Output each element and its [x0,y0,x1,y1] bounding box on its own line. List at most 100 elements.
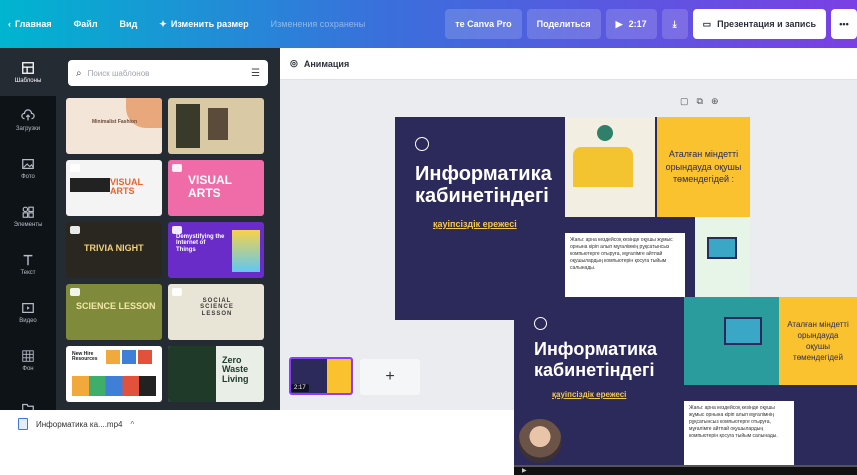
sparkle-icon: ✦ [159,18,167,29]
template-search[interactable]: ⌕ ☰ [68,60,268,86]
chevron-up-icon[interactable]: ^ [130,420,134,429]
sidebar-item-label: Фон [22,365,34,372]
search-icon: ⌕ [76,67,82,79]
template-card[interactable]: Zero Waste Living [168,346,264,402]
browser-download-bar: Информатика ка....mp4 ^ [0,410,514,475]
share-label: Поделиться [536,19,591,29]
template-title: SOCIAL SCIENCE LESSON [200,298,234,317]
template-card[interactable]: Demystifying the Internet of Things [168,222,264,278]
page-filmstrip: 2:17 + [280,348,520,410]
more-button[interactable]: ••• [831,9,857,39]
save-status-label: Изменения сохранены [270,19,366,29]
present-record-button[interactable]: ▭ Презентация и запись [692,9,826,39]
video-progress-bar[interactable] [514,465,857,467]
templates-icon [22,61,34,74]
sidebar-item-elements[interactable]: Элементы [0,192,56,240]
side-nav: Шаблоны Загрузки Фото Элементы Текст Вид… [0,48,56,413]
template-title: VISUAL ARTS [110,177,143,197]
resize-button[interactable]: ✦ Изменить размер [159,19,248,30]
monitor-shape [724,317,762,345]
template-title: Minimalist Fashion [92,119,138,125]
logo-badge-icon [534,317,547,330]
play-icon: ▶ [615,18,623,29]
search-input[interactable] [87,68,246,78]
download-button[interactable]: ⤓ [661,9,688,39]
video-badge-icon [172,288,182,296]
page-duration: 2:17 [291,384,309,392]
toolbar-right-group: те Canva Pro Поделиться ▶ 2:17 ⤓ ▭ Презе… [445,9,857,39]
duplicate-icon[interactable]: ⧉ [697,96,703,107]
canva-pro-label: те Canva Pro [455,19,512,29]
sidebar-item-video[interactable]: Видео [0,288,56,336]
animation-icon: ◎ [290,58,298,68]
sidebar-item-templates[interactable]: Шаблоны [0,48,56,96]
sidebar-item-label: Загрузки [15,125,41,132]
slide-callout-box: Аталған міндетті орындауда оқушы төменде… [779,297,857,385]
template-card[interactable]: VISUAL ARTS [168,160,264,216]
slide-canvas[interactable]: Информатика кабинетіндегі қауіпсіздік ер… [395,117,750,320]
template-card[interactable] [168,98,264,154]
template-card[interactable]: SOCIAL SCIENCE LESSON [168,284,264,340]
slide-title-line1: Информатика [534,339,658,359]
download-item[interactable]: Информатика ка....mp4 ^ [18,418,134,430]
photo-strip [208,108,228,140]
thumb-accent [327,359,351,393]
sidebar-item-photos[interactable]: Фото [0,144,56,192]
person-head [597,125,613,141]
template-card[interactable]: SCIENCE LESSON [66,284,162,340]
play-duration: 2:17 [628,19,647,29]
sidebar-item-label: Видео [19,317,37,324]
sidebar-item-uploads[interactable]: Загрузки [0,96,56,144]
home-label: Главная [15,19,52,29]
slide-title: Информатика кабинетіндегі [534,339,657,380]
webcam-bubble [518,419,562,463]
download-icon: ⤓ [672,18,677,29]
play-button[interactable]: ▶ 2:17 [605,9,657,39]
filter-icon[interactable]: ☰ [251,68,260,79]
video-player-controls[interactable]: ▶ [514,465,857,475]
animation-button[interactable]: Анимация [304,59,349,69]
download-filename: Информатика ка....mp4 [36,419,123,429]
photo-icon [22,158,34,169]
view-menu[interactable]: Вид [120,19,138,29]
slide-title-line1: Информатика [415,163,552,185]
play-icon[interactable]: ▶ [522,467,527,474]
templates-panel: ⌕ ☰ Minimalist Fashion VISUAL ARTS VISUA… [56,48,280,410]
slide-body-text: Жағы: арна кездейсоқ кезінде оқушы жұмыс… [684,401,794,465]
background-icon [22,349,34,362]
template-title: New Hire Resources [72,351,98,363]
video-badge-icon [70,288,80,296]
armchair-shape [573,147,633,187]
decor-shape [138,350,152,364]
add-page-icon[interactable]: ⊕ [711,96,719,107]
template-card[interactable]: Minimalist Fashion [66,98,162,154]
video-preview-window[interactable]: Информатика кабинетіндегі қауіпсіздік ер… [514,297,857,475]
slide-callout-box: Аталған міндетті орындауда оқушы төменде… [657,117,750,217]
share-button[interactable]: Поделиться [526,9,601,39]
decor-shape [122,350,136,364]
slide-title-line2: кабинетіндегі [415,185,549,207]
illustration-desk-panel [565,117,655,217]
video-badge-icon [172,164,182,172]
logo-badge-icon [415,137,429,151]
elements-icon [22,206,34,218]
add-page-button[interactable]: + [360,359,420,395]
template-title: Demystifying the Internet of Things [176,234,225,253]
sidebar-item-text[interactable]: Текст [0,240,56,288]
slide-title-line2: кабинетіндегі [534,359,655,380]
video-badge-icon [172,226,182,234]
template-title: TRIVIA NIGHT [84,243,144,253]
home-button[interactable]: ‹ Главная [8,19,52,29]
file-menu[interactable]: Файл [74,19,98,29]
note-icon[interactable]: ▢ [680,96,689,107]
canva-pro-button[interactable]: те Canva Pro [445,9,522,39]
sidebar-item-label: Шаблоны [14,77,42,84]
save-status: Изменения сохранены [271,19,366,29]
page-tools: ▢ ⧉ ⊕ [680,96,719,107]
template-card[interactable]: VISUAL ARTS [66,160,162,216]
template-card[interactable]: New Hire Resources [66,346,162,402]
template-card[interactable]: TRIVIA NIGHT [66,222,162,278]
decor-strip [72,376,156,396]
brush-stroke [70,178,110,192]
sidebar-item-background[interactable]: Фон [0,336,56,384]
